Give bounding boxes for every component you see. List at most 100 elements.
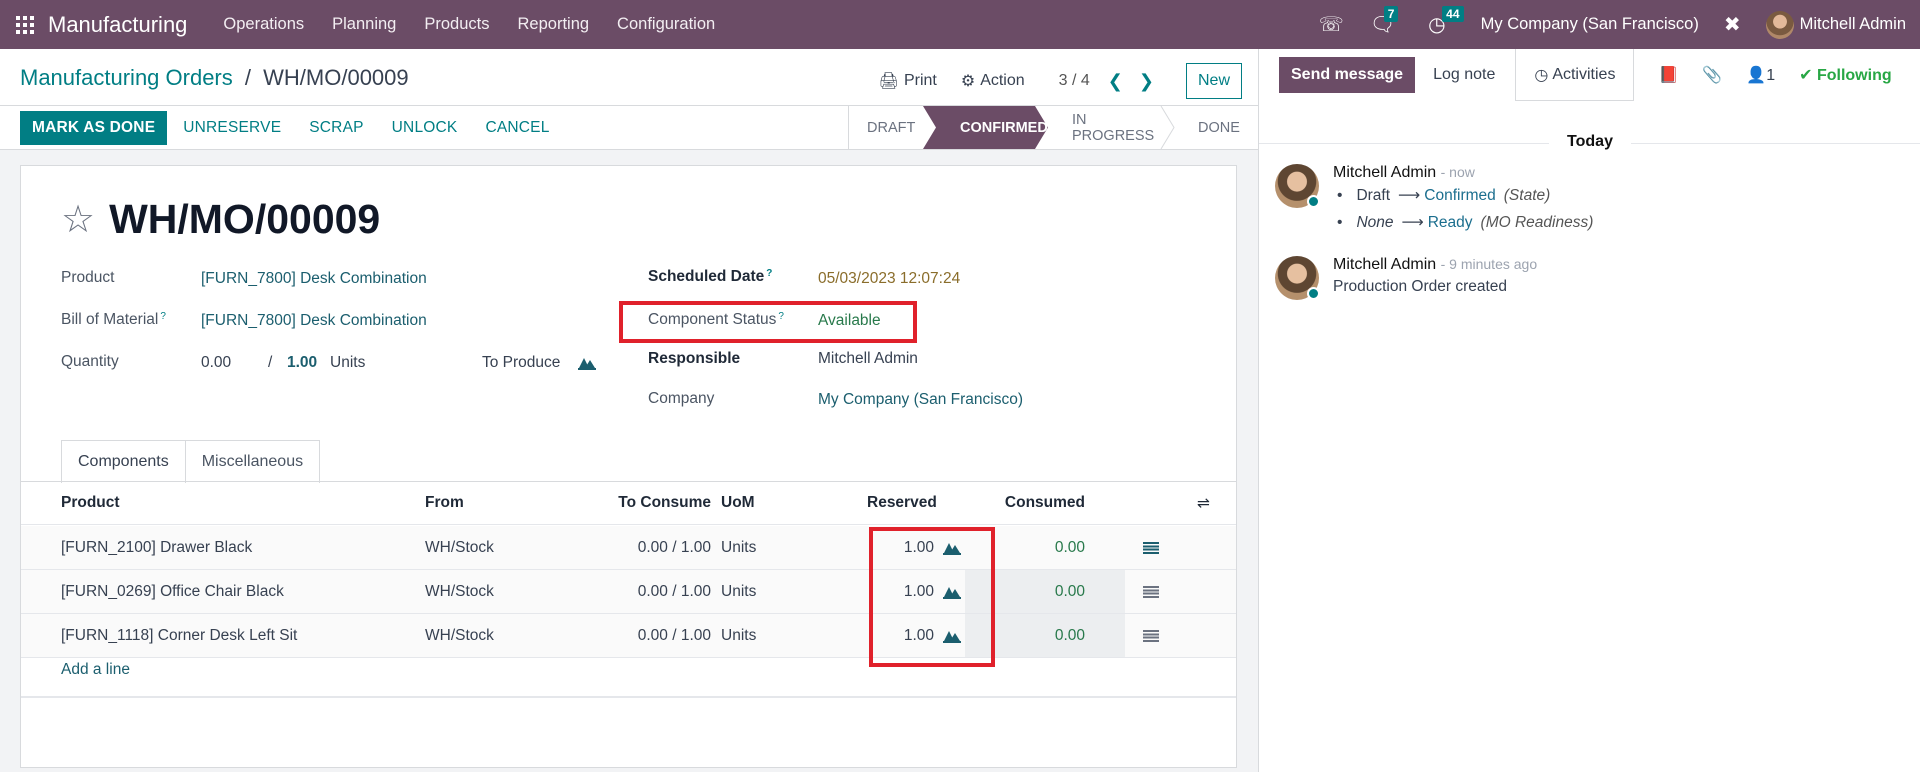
- log-note-button[interactable]: Log note: [1421, 57, 1507, 93]
- apps-menu-icon[interactable]: [16, 15, 34, 34]
- phone-icon[interactable]: ☏: [1319, 12, 1344, 37]
- online-status-icon: [1307, 195, 1320, 208]
- row-consumed[interactable]: 0.00: [981, 570, 1085, 613]
- row-product[interactable]: [FURN_0269] Office Chair Black: [61, 570, 284, 613]
- activities-clock-icon[interactable]: ◷ 44: [1428, 6, 1464, 37]
- highlight-box-reserved: [869, 527, 995, 667]
- tracking-line: • None ⟶ Ready (MO Readiness): [1337, 213, 1594, 232]
- menu-reporting[interactable]: Reporting: [518, 15, 590, 34]
- activities-button[interactable]: ◷ Activities: [1515, 49, 1635, 101]
- app-name[interactable]: Manufacturing: [48, 12, 187, 38]
- status-confirmed[interactable]: CONFIRMED: [936, 106, 1048, 149]
- following-button[interactable]: ✔ Following: [1799, 65, 1892, 85]
- scrap-button[interactable]: SCRAP: [309, 119, 363, 137]
- message-author[interactable]: Mitchell Admin: [1333, 256, 1436, 273]
- menu-products[interactable]: Products: [424, 15, 489, 34]
- chatter-panel: Send message Log note ◷ Activities 📕 📎 👤1…: [1258, 49, 1920, 772]
- author-avatar[interactable]: [1275, 164, 1320, 208]
- pager-previous-icon[interactable]: ❮: [1108, 71, 1123, 92]
- help-icon[interactable]: ?: [160, 311, 166, 322]
- quantity-total-field[interactable]: 1.00: [287, 354, 317, 372]
- messages-badge: 7: [1383, 6, 1399, 22]
- highlight-box-component-status: [619, 301, 917, 343]
- menu-configuration[interactable]: Configuration: [617, 15, 715, 34]
- new-button[interactable]: New: [1185, 63, 1242, 99]
- status-done[interactable]: DONE: [1174, 106, 1258, 149]
- message-body: Production Order created: [1333, 278, 1508, 295]
- debug-tools-icon[interactable]: ✖: [1724, 12, 1741, 37]
- responsible-field[interactable]: Mitchell Admin: [818, 350, 918, 368]
- company-switcher[interactable]: My Company (San Francisco): [1481, 15, 1699, 34]
- row-from[interactable]: WH/Stock: [425, 570, 494, 613]
- row-product[interactable]: [FURN_1118] Corner Desk Left Sit: [61, 614, 297, 657]
- quantity-separator: /: [268, 354, 273, 371]
- row-product[interactable]: [FURN_2100] Drawer Black: [61, 526, 252, 569]
- row-uom: Units: [721, 626, 757, 644]
- col-to-consume[interactable]: To Consume: [581, 482, 711, 524]
- cancel-button[interactable]: CANCEL: [485, 119, 549, 137]
- action-button[interactable]: ⚙ Action: [961, 71, 1025, 91]
- help-icon[interactable]: ?: [766, 268, 772, 279]
- activities-badge: 44: [1442, 6, 1464, 22]
- author-avatar[interactable]: [1275, 256, 1320, 300]
- table-row[interactable]: [FURN_1118] Corner Desk Left Sit WH/Stoc…: [21, 614, 1236, 658]
- paperclip-icon[interactable]: 📎: [1702, 65, 1722, 85]
- company-field[interactable]: My Company (San Francisco): [818, 391, 1023, 409]
- star-icon[interactable]: ☆: [61, 197, 95, 242]
- row-uom: Units: [721, 582, 757, 600]
- row-consumed[interactable]: 0.00: [981, 526, 1085, 569]
- to-produce-label: To Produce: [482, 354, 561, 371]
- mark-as-done-button[interactable]: MARK AS DONE: [20, 111, 168, 145]
- row-from[interactable]: WH/Stock: [425, 526, 494, 569]
- send-message-button[interactable]: Send message: [1279, 57, 1416, 93]
- detailed-operations-icon[interactable]: [1143, 526, 1159, 569]
- col-from[interactable]: From: [425, 482, 464, 524]
- detailed-operations-icon[interactable]: [1143, 614, 1159, 657]
- row-uom: Units: [721, 538, 757, 556]
- tab-components[interactable]: Components: [61, 440, 186, 483]
- breadcrumb-parent[interactable]: Manufacturing Orders: [20, 65, 233, 90]
- row-to-consume[interactable]: 0.00 / 1.00: [581, 526, 711, 569]
- quantity-done-field[interactable]: 0.00: [201, 354, 231, 372]
- tab-miscellaneous[interactable]: Miscellaneous: [185, 440, 321, 483]
- followers-button[interactable]: 👤1: [1746, 65, 1775, 85]
- table-row[interactable]: [FURN_2100] Drawer Black WH/Stock 0.00 /…: [21, 526, 1236, 570]
- column-settings-icon[interactable]: ⇌: [1197, 482, 1210, 524]
- product-field[interactable]: [FURN_7800] Desk Combination: [201, 270, 427, 288]
- status-in-progress[interactable]: IN PROGRESS: [1048, 106, 1174, 149]
- bom-field[interactable]: [FURN_7800] Desk Combination: [201, 312, 427, 330]
- message-time: - now: [1440, 164, 1475, 180]
- unlock-button[interactable]: UNLOCK: [392, 119, 458, 137]
- status-draft[interactable]: DRAFT: [848, 106, 936, 149]
- user-menu[interactable]: Mitchell Admin: [1800, 15, 1906, 34]
- forecast-chart-icon[interactable]: [578, 356, 596, 370]
- messages-icon[interactable]: 🗨 7: [1370, 6, 1399, 37]
- user-avatar[interactable]: [1765, 10, 1794, 39]
- responsible-label: Responsible: [648, 350, 741, 367]
- row-to-consume[interactable]: 0.00 / 1.00: [581, 614, 711, 657]
- message-author[interactable]: Mitchell Admin: [1333, 164, 1436, 181]
- col-product[interactable]: Product: [61, 482, 120, 524]
- book-icon[interactable]: 📕: [1658, 65, 1678, 85]
- pager-value[interactable]: 3 / 4: [1059, 72, 1090, 90]
- detailed-operations-icon[interactable]: [1143, 570, 1159, 613]
- menu-operations[interactable]: Operations: [223, 15, 304, 34]
- menu-planning[interactable]: Planning: [332, 15, 396, 34]
- print-button[interactable]: 🖨 Print: [879, 71, 937, 91]
- row-consumed[interactable]: 0.00: [981, 614, 1085, 657]
- add-a-line-link[interactable]: Add a line: [61, 661, 130, 679]
- row-from[interactable]: WH/Stock: [425, 614, 494, 657]
- col-consumed[interactable]: Consumed: [981, 482, 1085, 524]
- table-row[interactable]: [FURN_0269] Office Chair Black WH/Stock …: [21, 570, 1236, 614]
- user-icon: 👤: [1746, 67, 1767, 84]
- unreserve-button[interactable]: UNRESERVE: [183, 119, 281, 137]
- row-to-consume[interactable]: 0.00 / 1.00: [581, 570, 711, 613]
- col-reserved[interactable]: Reserved: [867, 482, 937, 524]
- col-uom[interactable]: UoM: [721, 482, 755, 524]
- tracking-line: • Draft ⟶ Confirmed (State): [1337, 186, 1551, 205]
- check-icon: ✔: [1799, 67, 1817, 84]
- scheduled-date-field[interactable]: 05/03/2023 12:07:24: [818, 270, 960, 288]
- pager-next-icon[interactable]: ❯: [1139, 71, 1154, 92]
- breadcrumb: Manufacturing Orders / WH/MO/00009: [20, 65, 409, 91]
- quantity-uom: Units: [330, 354, 366, 371]
